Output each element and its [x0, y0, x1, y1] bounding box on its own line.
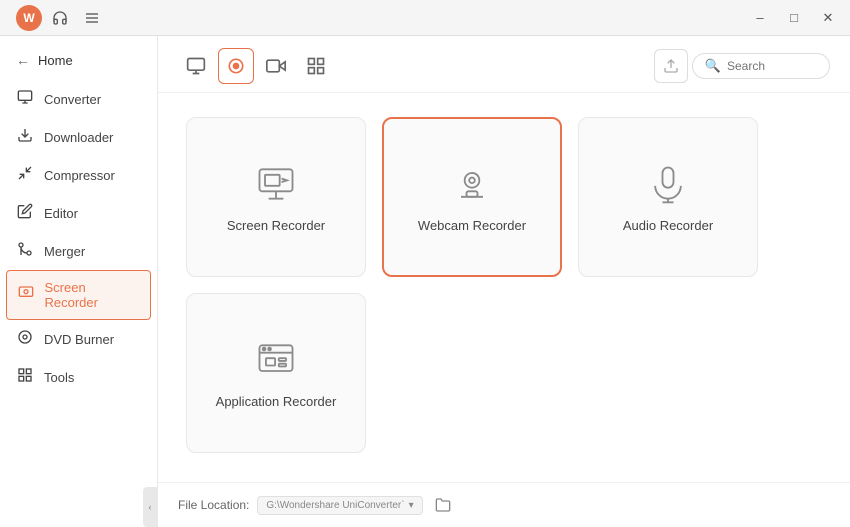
application-recorder-card[interactable]: Application Recorder: [186, 293, 366, 453]
sidebar-item-label: Converter: [44, 92, 101, 107]
audio-recorder-card[interactable]: Audio Recorder: [578, 117, 758, 277]
sidebar-home[interactable]: ← Home: [0, 44, 157, 80]
file-location-dropdown[interactable]: G:\Wondershare UniConverter` ▾: [257, 496, 422, 515]
webcam-recorder-card[interactable]: Webcam Recorder: [382, 117, 562, 277]
sidebar-item-merger[interactable]: Merger: [0, 232, 157, 270]
dropdown-arrow-icon: ▾: [409, 500, 414, 511]
compressor-icon: [16, 165, 34, 185]
toolbar: 🔍: [158, 36, 850, 93]
downloader-icon: [16, 127, 34, 147]
minimize-button[interactable]: –: [746, 7, 774, 29]
sidebar-item-label: Tools: [44, 370, 74, 385]
sidebar-item-tools[interactable]: Tools: [0, 358, 157, 396]
menu-icon-button[interactable]: [78, 4, 106, 32]
toolbar-screen-recorder-tab[interactable]: [218, 48, 254, 84]
converter-icon: [16, 89, 34, 109]
card-grid: Screen Recorder Webcam Recorder: [158, 93, 850, 482]
maximize-button[interactable]: □: [780, 7, 808, 29]
close-button[interactable]: ✕: [814, 7, 842, 29]
open-folder-button[interactable]: [431, 493, 455, 517]
sidebar-item-label: Screen Recorder: [44, 280, 140, 310]
search-input[interactable]: [727, 59, 817, 73]
headset-icon-button[interactable]: [46, 4, 74, 32]
sidebar-item-downloader[interactable]: Downloader: [0, 118, 157, 156]
application-recorder-card-label: Application Recorder: [216, 394, 337, 409]
toolbar-video-tab[interactable]: [178, 48, 214, 84]
dvd-burner-icon: [16, 329, 34, 349]
editor-icon: [16, 203, 34, 223]
application-recorder-card-icon: [254, 338, 298, 382]
sidebar-item-label: DVD Burner: [44, 332, 114, 347]
toolbar-apps-tab[interactable]: [298, 48, 334, 84]
audio-recorder-card-icon: [646, 162, 690, 206]
sidebar: ← Home Converter Downloader: [0, 36, 158, 527]
search-box: 🔍: [692, 53, 830, 79]
screen-recorder-card-icon: [254, 162, 298, 206]
sidebar-item-screen-recorder[interactable]: Screen Recorder: [6, 270, 151, 320]
sidebar-item-converter[interactable]: Converter: [0, 80, 157, 118]
main-layout: ← Home Converter Downloader: [0, 36, 850, 527]
sidebar-item-compressor[interactable]: Compressor: [0, 156, 157, 194]
content-area: 🔍 Screen Recorder: [158, 36, 850, 527]
sidebar-item-label: Merger: [44, 244, 85, 259]
search-icon: 🔍: [705, 58, 721, 74]
screen-recorder-card[interactable]: Screen Recorder: [186, 117, 366, 277]
sidebar-item-label: Compressor: [44, 168, 115, 183]
file-location-label: File Location:: [178, 498, 249, 512]
file-location-path: G:\Wondershare UniConverter`: [266, 500, 404, 511]
merger-icon: [16, 241, 34, 261]
sidebar-item-editor[interactable]: Editor: [0, 194, 157, 232]
webcam-recorder-card-label: Webcam Recorder: [418, 218, 526, 233]
sidebar-item-label: Downloader: [44, 130, 113, 145]
title-bar: W – □ ✕: [0, 0, 850, 36]
sidebar-item-label: Editor: [44, 206, 78, 221]
webcam-recorder-card-icon: [450, 162, 494, 206]
audio-recorder-card-label: Audio Recorder: [623, 218, 713, 233]
tools-icon: [16, 367, 34, 387]
title-bar-left-icons: W: [16, 4, 106, 32]
file-location-bar: File Location: G:\Wondershare UniConvert…: [158, 482, 850, 527]
upload-button[interactable]: [654, 49, 688, 83]
sidebar-item-dvd-burner[interactable]: DVD Burner: [0, 320, 157, 358]
toolbar-webcam-tab[interactable]: [258, 48, 294, 84]
screen-recorder-icon: [17, 285, 34, 305]
home-label: Home: [38, 53, 73, 68]
screen-recorder-card-label: Screen Recorder: [227, 218, 325, 233]
avatar-button[interactable]: W: [16, 5, 42, 31]
sidebar-collapse-handle[interactable]: ‹: [143, 487, 157, 527]
back-arrow-icon: ←: [16, 52, 30, 68]
